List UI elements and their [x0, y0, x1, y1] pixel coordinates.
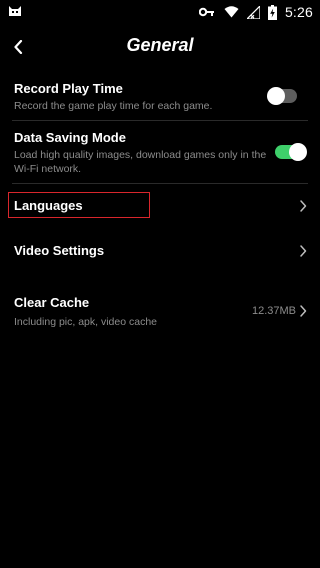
record-play-time-toggle[interactable] [267, 87, 297, 105]
video-settings-title: Video Settings [14, 243, 105, 258]
record-play-time-description: Record the game play time for each game. [14, 100, 213, 112]
data-saving-mode-title: Data Saving Mode [14, 130, 126, 145]
record-play-time-title: Record Play Time [14, 81, 123, 96]
header: General [0, 24, 320, 70]
divider [12, 183, 308, 184]
data-saving-mode-description: Load high quality images, download games… [14, 149, 267, 175]
data-saving-mode-row[interactable]: Data Saving Mode Load high quality image… [0, 124, 320, 182]
record-play-time-row[interactable]: Record Play Time Record the game play ti… [0, 74, 320, 118]
clear-cache-description: Including pic, apk, video cache [14, 316, 158, 328]
wifi-icon [224, 6, 239, 18]
cache-size: 12.37MB [251, 305, 296, 317]
clear-cache-row[interactable]: Clear Cache Including pic, apk, video ca… [0, 288, 320, 336]
key-icon [198, 7, 215, 17]
general-settings-screen: 5:26 General Record Play Time Record the… [0, 0, 320, 568]
toggle-knob [289, 143, 307, 161]
clear-cache-title: Clear Cache [14, 295, 90, 310]
chevron-right-icon [300, 245, 307, 257]
battery-charging-icon [267, 4, 277, 20]
app-icon [8, 4, 22, 18]
languages-highlight-box [8, 192, 150, 218]
status-time: 5:26 [284, 4, 313, 20]
page-title: General [126, 35, 194, 55]
chevron-right-icon [300, 200, 307, 212]
signal-icon [246, 5, 260, 19]
video-settings-row[interactable]: Video Settings [0, 231, 320, 271]
status-bar: 5:26 [0, 0, 320, 24]
divider [12, 120, 308, 121]
toggle-knob [267, 87, 285, 105]
chevron-right-icon [300, 305, 307, 317]
data-saving-mode-toggle[interactable] [275, 143, 307, 161]
